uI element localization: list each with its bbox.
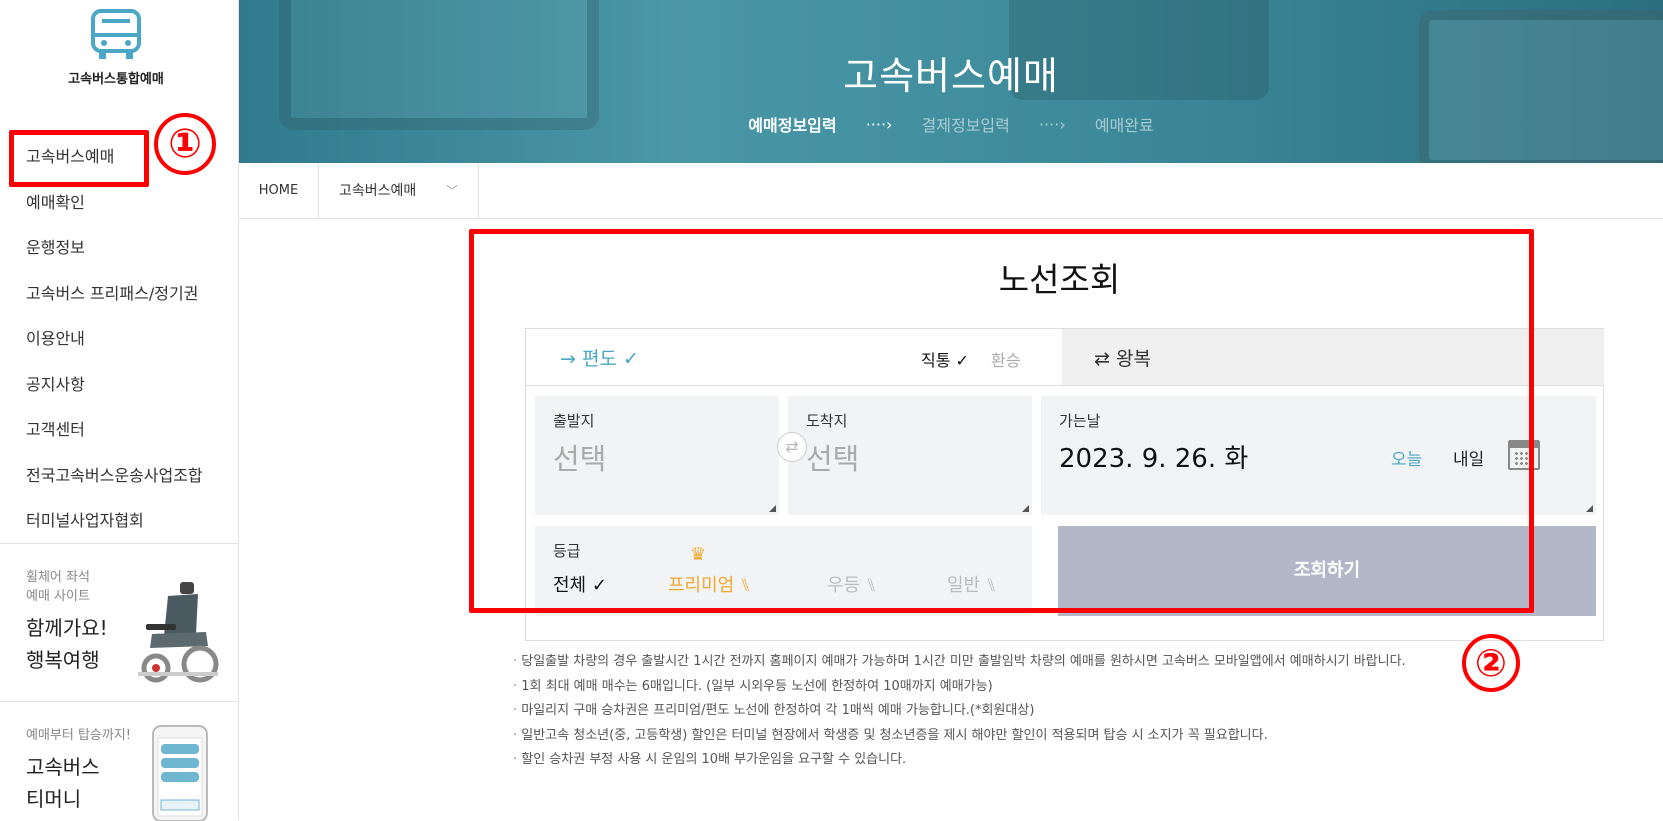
breadcrumb-home[interactable]: HOME <box>239 163 319 219</box>
grade-standard-label: 일반 <box>947 575 981 596</box>
booking-notes: 당일출발 차량의 경우 출발시간 1시간 전까지 홈페이지 예매가 가능하며 1… <box>513 650 1613 773</box>
note-item: 당일출발 차량의 경우 출발시간 1시간 전까지 홈페이지 예매가 가능하며 1… <box>513 650 1613 675</box>
grade-standard[interactable]: 일반 ⑊ <box>947 571 997 597</box>
departure-label: 출발지 <box>553 412 595 430</box>
date-value: 2023. 9. 26. 화 <box>1059 444 1249 474</box>
wheelchair-promo[interactable]: 휠체어 좌석 예매 사이트 함께가요! 행복여행 <box>0 543 239 701</box>
sidebar-item-notice[interactable]: 공지사항 <box>0 362 239 408</box>
page-title: 고속버스예매 <box>843 54 1059 98</box>
bus-icon <box>91 9 141 59</box>
chevron-down-icon: ﹀ <box>445 184 458 198</box>
crown-icon: ♛ <box>690 544 707 565</box>
sidebar-item-guide[interactable]: 이용안내 <box>0 316 239 362</box>
step-1: 예매정보입력 <box>748 116 837 135</box>
search-button[interactable]: 조회하기 <box>1058 526 1596 616</box>
direct-option[interactable]: 직통 ✓ <box>921 347 969 371</box>
corner-icon <box>1022 505 1029 512</box>
seat-icon: ⑊ <box>865 575 877 596</box>
tab-roundtrip[interactable]: ⇄ 왕복 <box>1062 329 1604 386</box>
sidebar-item-customer-center[interactable]: 고객센터 <box>0 407 239 453</box>
note-item: 할인 승차권 부정 사용 시 운임의 10배 부가운임을 요구할 수 있습니다. <box>513 748 1613 773</box>
date-label: 가는날 <box>1059 412 1101 430</box>
note-item: 1회 최대 예매 매수는 6매입니다. (일부 시외우등 노선에 한정하여 10… <box>513 675 1613 700</box>
grade-field: 등급 전체 ✓ ♛ 프리미엄 ⑊ 우등 ⑊ 일반 ⑊ <box>535 526 1032 616</box>
promo-small-text: 휠체어 좌석 <box>26 570 90 585</box>
arrival-field[interactable]: 도착지 선택 <box>788 396 1032 515</box>
departure-value: 선택 <box>553 442 607 476</box>
tomorrow-button[interactable]: 내일 <box>1453 445 1484 470</box>
swap-icon[interactable]: ⇄ <box>777 432 807 462</box>
trip-type-tabs: → 편도 ✓ 직통 ✓ 환승 ⇄ 왕복 <box>525 328 1604 386</box>
seat-icon: ⑊ <box>985 575 997 596</box>
transfer-option[interactable]: 환승 <box>991 347 1020 371</box>
breadcrumb-current[interactable]: 고속버스예매 ﹀ <box>319 163 479 219</box>
promo-big-text: 행복여행 <box>26 648 100 672</box>
promo-big-text: 티머니 <box>26 787 82 811</box>
search-form: 출발지 선택 ⇄ 도착지 선택 가는날 2023. 9. 26. 화 오늘 내일… <box>525 385 1604 641</box>
sidebar-item-operation-info[interactable]: 운행정보 <box>0 225 239 271</box>
departure-field[interactable]: 출발지 선택 <box>535 396 779 515</box>
site-logo[interactable]: 고속버스통합예매 <box>0 8 232 87</box>
promo-big-text: 고속버스 <box>26 755 100 779</box>
step-arrow-icon: ····› <box>1038 114 1066 134</box>
arrival-value: 선택 <box>806 442 860 476</box>
grade-all[interactable]: 전체 ✓ <box>553 571 607 597</box>
grade-label: 등급 <box>553 542 581 560</box>
breadcrumb: HOME 고속버스예매 ﹀ <box>239 163 1663 219</box>
date-field[interactable]: 가는날 2023. 9. 26. 화 오늘 내일 <box>1041 396 1596 515</box>
today-button[interactable]: 오늘 <box>1391 445 1422 470</box>
arrival-label: 도착지 <box>806 412 848 430</box>
corner-icon <box>1586 505 1593 512</box>
grade-deluxe-label: 우등 <box>827 575 861 596</box>
breadcrumb-current-label: 고속버스예매 <box>339 183 417 199</box>
corner-icon <box>769 505 776 512</box>
tmoney-promo[interactable]: 예매부터 탑승까지! 고속버스 티머니 <box>0 701 239 821</box>
tab-oneway-label: → 편도 ✓ <box>560 348 639 370</box>
grade-premium-label: 프리미엄 <box>668 575 735 596</box>
route-search-panel: 노선조회 → 편도 ✓ 직통 ✓ 환승 ⇄ 왕복 출발지 선택 ⇄ 도착지 선택… <box>497 245 1622 645</box>
sidebar-item-association[interactable]: 전국고속버스운송사업조합 <box>0 453 239 499</box>
section-title: 노선조회 <box>998 260 1121 299</box>
sidebar-item-express-booking[interactable]: 고속버스예매 <box>0 134 239 180</box>
promo-small-text: 예매부터 탑승까지! <box>26 728 132 743</box>
sidebar-item-booking-check[interactable]: 예매확인 <box>0 180 239 226</box>
phone-icon <box>152 725 208 821</box>
step-2: 결제정보입력 <box>921 116 1010 135</box>
logo-text: 고속버스통합예매 <box>68 72 164 87</box>
note-item: 마일리지 구매 승차권은 프리미엄/편도 노선에 한정하여 각 1매씩 예매 가… <box>513 699 1613 724</box>
wheelchair-icon <box>138 582 219 683</box>
note-item: 일반고속 청소년(중, 고등학생) 할인은 터미널 현장에서 학생증 및 청소년… <box>513 724 1613 749</box>
promo-big-text: 함께가요! <box>26 616 108 640</box>
seat-icon: ⑊ <box>739 575 751 596</box>
sidebar: 고속버스통합예매 고속버스예매 예매확인 운행정보 고속버스 프리패스/정기권 … <box>0 0 239 821</box>
sidebar-item-terminal-association[interactable]: 터미널사업자협회 <box>0 498 239 544</box>
grade-premium[interactable]: ♛ 프리미엄 ⑊ <box>668 544 751 597</box>
grade-deluxe[interactable]: 우등 ⑊ <box>827 571 877 597</box>
step-arrow-icon: ····› <box>865 114 893 134</box>
sidebar-menu: 고속버스예매 예매확인 운행정보 고속버스 프리패스/정기권 이용안내 공지사항… <box>0 134 239 544</box>
booking-steps: 예매정보입력 ····› 결제정보입력 ····› 예매완료 <box>239 112 1663 136</box>
sidebar-item-freepass[interactable]: 고속버스 프리패스/정기권 <box>0 271 239 317</box>
promo-small-text: 예매 사이트 <box>26 589 90 604</box>
tab-roundtrip-label: ⇄ 왕복 <box>1094 348 1151 370</box>
tab-oneway[interactable]: → 편도 ✓ 직통 ✓ 환승 <box>526 329 1062 386</box>
calendar-icon[interactable] <box>1508 440 1540 470</box>
hero-banner: 고속버스예매 예매정보입력 ····› 결제정보입력 ····› 예매완료 <box>239 0 1663 163</box>
step-3: 예매완료 <box>1094 116 1154 135</box>
